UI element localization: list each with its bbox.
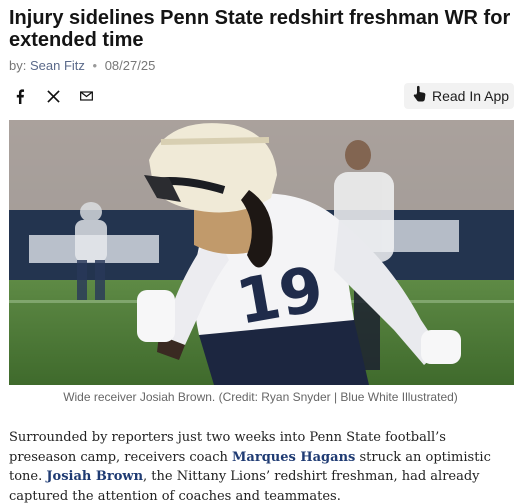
byline-separator: • bbox=[92, 58, 98, 73]
hero-image: 19 bbox=[9, 120, 514, 385]
facebook-icon[interactable] bbox=[12, 88, 28, 104]
read-in-app-button[interactable]: Read In App bbox=[404, 83, 514, 109]
publish-date: 08/27/25 bbox=[104, 58, 156, 73]
article-paragraph: Surrounded by reporters just two weeks i… bbox=[9, 428, 514, 504]
image-caption: Wide receiver Josiah Brown. (Credit: Rya… bbox=[63, 390, 458, 404]
tap-hand-icon bbox=[413, 85, 426, 108]
byline: by: Sean Fitz • 08/27/25 bbox=[9, 58, 155, 73]
article-headline: Injury sidelines Penn State redshirt fre… bbox=[9, 7, 511, 51]
email-icon[interactable] bbox=[78, 88, 94, 104]
author-link[interactable]: Sean Fitz bbox=[30, 58, 85, 73]
x-icon[interactable] bbox=[45, 88, 61, 104]
byline-prefix: by: bbox=[9, 58, 27, 73]
josiah-brown-link[interactable]: Josiah Brown bbox=[46, 469, 143, 484]
share-bar bbox=[12, 86, 94, 106]
read-in-app-label: Read In App bbox=[432, 88, 510, 104]
marques-hagans-link[interactable]: Marques Hagans bbox=[232, 450, 355, 465]
